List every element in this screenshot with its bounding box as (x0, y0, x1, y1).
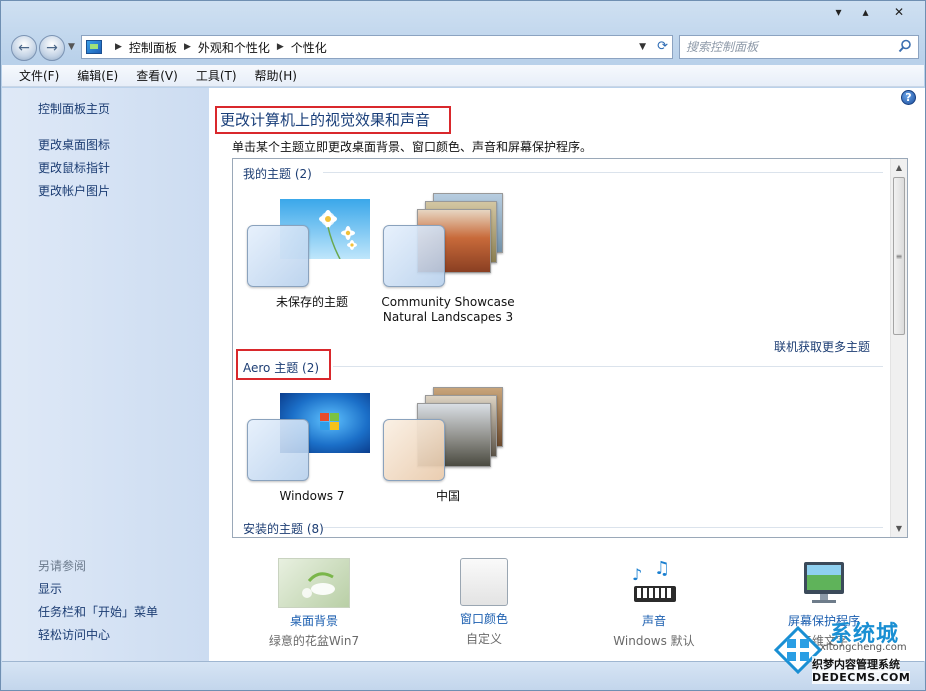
sidebar-link-control-panel-home[interactable]: 控制面板主页 (38, 100, 110, 117)
menu-view[interactable]: 查看(V) (127, 67, 187, 84)
theme-unsaved[interactable]: 未保存的主题 (247, 199, 377, 309)
sidebar-link-ease-of-access[interactable]: 轻松访问中心 (38, 626, 110, 643)
sidebar-link-account-picture[interactable]: 更改帐户图片 (38, 182, 110, 199)
group-divider (333, 366, 883, 367)
forward-button[interactable]: → (39, 35, 65, 61)
sidebar-link-display[interactable]: 显示 (38, 580, 62, 597)
back-button[interactable]: ← (11, 35, 37, 61)
window-controls: ▾ ▴ ✕ (825, 3, 919, 20)
back-arrow-icon: ← (18, 40, 30, 56)
breadcrumb-control-panel[interactable]: 控制面板 (129, 39, 177, 56)
search-box[interactable] (679, 35, 919, 59)
window-glass-preview (247, 225, 309, 287)
screen-saver-icon (788, 558, 860, 608)
breadcrumb: ▶ 控制面板 ▶ 外观和个性化 ▶ 个性化 (108, 39, 327, 56)
svg-text:♫: ♫ (654, 558, 670, 579)
theme-label: 中国 (435, 489, 460, 503)
maximize-icon[interactable]: ▴ (852, 3, 879, 20)
window-glass-preview (247, 419, 309, 481)
sidebar-link-taskbar[interactable]: 任务栏和「开始」菜单 (38, 603, 158, 620)
scroll-up-icon[interactable]: ▲ (891, 159, 907, 175)
group-aero-themes-heading: Aero 主题 (2) (243, 361, 320, 375)
theme-label: Windows 7 (279, 489, 345, 503)
theme-china[interactable]: 中国 (383, 387, 513, 503)
sound-music-icon: ♪ ♫ (618, 558, 690, 608)
menu-bar: 文件(F) 编辑(E) 查看(V) 工具(T) 帮助(H) (2, 65, 924, 87)
sidebar: 控制面板主页 更改桌面图标 更改鼠标指针 更改帐户图片 另请参阅 显示 任务栏和… (2, 88, 209, 661)
breadcrumb-separator-icon[interactable]: ▶ (115, 42, 122, 52)
breadcrumb-personalization[interactable]: 个性化 (291, 39, 327, 56)
svg-text:♪: ♪ (632, 565, 642, 584)
group-divider (323, 172, 883, 173)
theme-thumbnail (247, 393, 377, 488)
sounds-button[interactable]: ♪ ♫ 声音 Windows 默认 (579, 558, 729, 649)
desktop-background-label: 桌面背景 (289, 614, 338, 628)
see-also-heading: 另请参阅 (38, 559, 87, 573)
watermark-site: xitongcheng.com (820, 642, 907, 653)
group-divider (323, 527, 883, 528)
theme-thumbnail (247, 199, 377, 294)
theme-list[interactable]: 我的主题 (2) 未保存的主题 Community Showcase Natur… (232, 158, 908, 538)
window-color-label: 窗口颜色 (459, 612, 508, 626)
search-icon[interactable] (898, 39, 912, 53)
desktop-background-button[interactable]: 桌面背景 绿意的花盆Win7 (239, 558, 389, 649)
group-my-themes-heading: 我的主题 (2) (243, 167, 312, 181)
group-installed-themes-heading: 安装的主题 (8) (243, 522, 324, 536)
page-title-text: 更改计算机上的视觉效果和声音 (220, 111, 431, 129)
sidebar-link-mouse-pointers[interactable]: 更改鼠标指针 (38, 159, 110, 176)
window-color-value: 自定义 (465, 632, 502, 646)
help-icon[interactable]: ? (901, 90, 916, 105)
forward-arrow-icon: → (46, 40, 58, 56)
theme-label: 未保存的主题 (275, 295, 348, 309)
theme-list-scrollbar[interactable]: ▲ ≡ ▼ (890, 159, 907, 537)
close-icon[interactable]: ✕ (879, 3, 919, 20)
window-color-button[interactable]: 窗口颜色 自定义 (409, 558, 559, 647)
page-title: 更改计算机上的视觉效果和声音 (215, 106, 452, 134)
scroll-down-icon[interactable]: ▼ (891, 520, 907, 536)
scrollbar-thumb[interactable]: ≡ (893, 177, 905, 335)
main-content: ? 更改计算机上的视觉效果和声音 单击某个主题立即更改桌面背景、窗口颜色、声音和… (209, 88, 925, 661)
theme-thumbnail (383, 387, 513, 488)
theme-label: Community Showcase Natural Landscapes 3 (381, 295, 515, 324)
menu-tools[interactable]: 工具(T) (187, 67, 246, 84)
theme-windows-7[interactable]: Windows 7 (247, 393, 377, 503)
breadcrumb-separator-icon[interactable]: ▶ (184, 42, 191, 52)
personalization-window: ▾ ▴ ✕ ← → ▼ ▶ 控制面板 ▶ 外观和个性化 ▶ 个性化 ▼ ⟳ 搜索… (0, 0, 926, 691)
control-panel-icon (86, 40, 102, 54)
sounds-value: Windows 默认 (613, 634, 695, 648)
sidebar-link-desktop-icons[interactable]: 更改桌面图标 (38, 136, 110, 153)
search-input[interactable] (686, 40, 886, 54)
minimize-icon[interactable]: ▾ (825, 3, 852, 20)
get-more-themes-link[interactable]: 联机获取更多主题 (774, 338, 870, 355)
recent-pages-chevron-icon[interactable]: ▼ (68, 42, 75, 52)
navigation-bar: ← → ▼ ▶ 控制面板 ▶ 外观和个性化 ▶ 个性化 ▼ ⟳ (9, 33, 919, 61)
menu-edit[interactable]: 编辑(E) (68, 67, 127, 84)
watermark-line1: 织梦内容管理系统 (812, 656, 900, 672)
breadcrumb-appearance[interactable]: 外观和个性化 (198, 39, 270, 56)
window-color-icon (460, 558, 508, 606)
page-subtitle: 单击某个主题立即更改桌面背景、窗口颜色、声音和屏幕保护程序。 (232, 140, 593, 154)
breadcrumb-separator-icon[interactable]: ▶ (277, 42, 284, 52)
window-glass-preview (383, 225, 445, 287)
address-dropdown-icon[interactable]: ▼ (639, 42, 646, 52)
site-watermark: 系统城 xitongcheng.com 织梦内容管理系统 DEDECMS.COM (772, 616, 926, 691)
refresh-icon[interactable]: ⟳ (657, 39, 668, 54)
address-bar[interactable]: ▶ 控制面板 ▶ 外观和个性化 ▶ 个性化 ▼ ⟳ (81, 35, 673, 59)
watermark-line2: DEDECMS.COM (812, 671, 911, 684)
theme-thumbnail (383, 193, 513, 294)
menu-help[interactable]: 帮助(H) (246, 67, 306, 84)
menu-file[interactable]: 文件(F) (10, 67, 68, 84)
sounds-label: 声音 (641, 614, 666, 628)
desktop-background-icon (278, 558, 350, 608)
theme-community-showcase[interactable]: Community Showcase Natural Landscapes 3 (381, 193, 515, 324)
window-glass-preview (383, 419, 445, 481)
desktop-background-value: 绿意的花盆Win7 (268, 634, 360, 648)
